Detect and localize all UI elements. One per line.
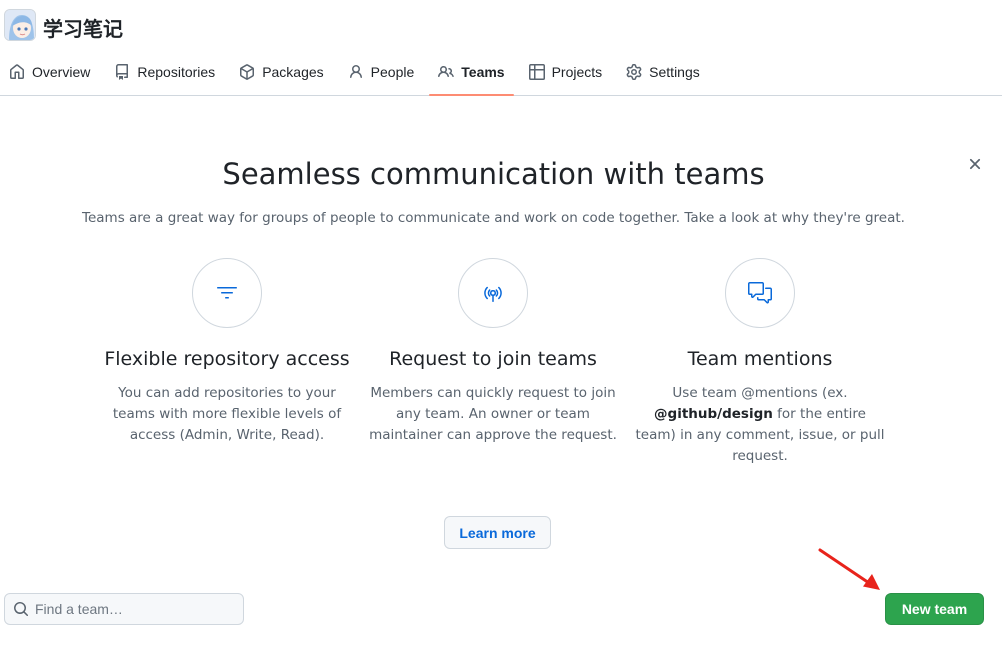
- org-name[interactable]: 学习笔记: [43, 13, 123, 42]
- tab-label: People: [370, 64, 415, 80]
- filter-icon: [217, 287, 237, 299]
- annotation-arrow-icon: [818, 548, 880, 590]
- feature-title: Flexible repository access: [104, 348, 350, 370]
- search-input[interactable]: [35, 601, 235, 617]
- comment-discussion-icon: [748, 282, 772, 304]
- feature-icon-circle: [458, 258, 528, 328]
- people-icon: [438, 64, 455, 80]
- feature-icon-circle: [725, 258, 795, 328]
- find-team-search: [4, 593, 244, 625]
- blankslate-title: Seamless communication with teams: [222, 157, 765, 191]
- tab-label: Repositories: [137, 64, 216, 80]
- anime-avatar-icon: [5, 10, 35, 40]
- tab-label: Projects: [551, 64, 603, 80]
- tab-settings[interactable]: Settings: [617, 53, 709, 91]
- org-avatar[interactable]: [4, 9, 36, 41]
- feature-title: Request to join teams: [389, 348, 597, 370]
- gear-icon: [626, 64, 642, 80]
- blankslate-subtitle: Teams are a great way for groups of peop…: [82, 210, 905, 226]
- mention-example: @github/design: [654, 406, 773, 422]
- table-icon: [528, 64, 545, 80]
- search-icon: [13, 601, 29, 617]
- feature-description: Use team @mentions (ex. @github/design f…: [635, 383, 885, 467]
- org-header: 学习笔记 Overview Repositories Packages Peop…: [0, 0, 1002, 96]
- tab-repositories[interactable]: Repositories: [105, 53, 224, 91]
- feature-request-join: Request to join teams Members can quickl…: [368, 258, 618, 446]
- feature-flexible-access: Flexible repository access You can add r…: [102, 258, 352, 446]
- person-icon: [348, 64, 364, 80]
- tab-people[interactable]: People: [339, 53, 424, 91]
- repo-icon: [114, 64, 130, 80]
- feature-description: You can add repositories to your teams w…: [112, 385, 342, 443]
- new-team-button[interactable]: New team: [885, 593, 984, 625]
- feature-team-mentions: Team mentions Use team @mentions (ex. @g…: [635, 258, 885, 467]
- feature-icon-circle: [192, 258, 262, 328]
- package-icon: [239, 64, 255, 80]
- org-nav: Overview Repositories Packages People Te…: [0, 53, 715, 96]
- tab-label: Teams: [461, 64, 505, 80]
- tab-overview[interactable]: Overview: [0, 53, 99, 91]
- tab-label: Overview: [32, 64, 91, 80]
- broadcast-icon: [484, 286, 502, 302]
- mention-desc-start: Use team @mentions (ex.: [672, 385, 848, 401]
- home-icon: [9, 64, 25, 80]
- learn-more-button[interactable]: Learn more: [444, 516, 551, 549]
- tab-projects[interactable]: Projects: [520, 53, 612, 91]
- tab-packages[interactable]: Packages: [230, 53, 332, 91]
- tab-teams[interactable]: Teams: [429, 53, 514, 96]
- tab-label: Packages: [262, 64, 324, 80]
- feature-title: Team mentions: [687, 348, 833, 370]
- feature-description: Members can quickly request to join any …: [369, 385, 617, 443]
- tab-label: Settings: [649, 64, 700, 80]
